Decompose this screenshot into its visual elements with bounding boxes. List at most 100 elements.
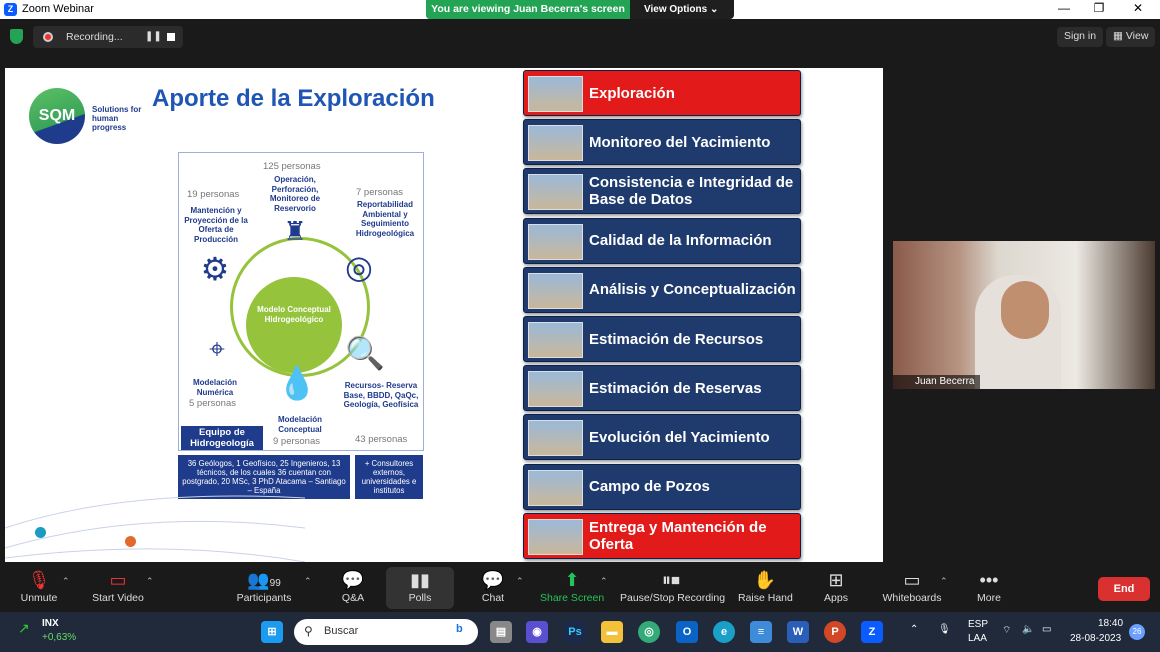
slide-topic-item: Campo de Pozos: [523, 463, 801, 510]
more-label: More: [977, 592, 1001, 604]
video-caret-icon[interactable]: ⌃: [146, 576, 154, 587]
screen-share-banner: You are viewing Juan Becerra's screen Vi…: [426, 0, 734, 19]
topic-thumbnail: [528, 272, 583, 309]
pause-stop-recording-button[interactable]: ⏸⏹ Pause/Stop Recording: [620, 570, 726, 604]
decor-dot-blue: [35, 527, 46, 538]
diagram-center: Modelo Conceptual Hidrogeológico: [246, 277, 342, 373]
slide-topic-item: Calidad de la Información: [523, 217, 801, 264]
topic-thumbnail: [528, 371, 583, 408]
notepad-icon[interactable]: ≡: [750, 621, 772, 643]
more-dots-icon: •••: [979, 570, 999, 590]
top-right-desc: Reportabilidad Ambiental y Seguimiento H…: [355, 200, 415, 238]
left-count: 5 personas: [189, 398, 237, 409]
zoom-logo-icon: Z: [4, 3, 17, 16]
end-button[interactable]: End: [1098, 577, 1150, 601]
decor-dot-orange: [125, 536, 136, 547]
apps-icon: ⊞: [828, 570, 844, 590]
whiteboards-button[interactable]: ▭ Whiteboards: [880, 570, 944, 604]
apps-label: Apps: [824, 592, 848, 604]
taskbar-search[interactable]: ⚲ Buscar b: [294, 619, 478, 645]
share-screen-icon: ⬆: [564, 570, 580, 590]
chat-button[interactable]: 💬 Chat: [476, 570, 510, 604]
maximize-button[interactable]: ❐: [1089, 1, 1109, 15]
wifi-icon[interactable]: ⌔: [1002, 624, 1011, 637]
task-view-icon[interactable]: ▤: [490, 621, 512, 643]
outlook-icon[interactable]: O: [676, 621, 698, 643]
file-explorer-icon[interactable]: ▬: [601, 621, 623, 643]
tray-mic-icon[interactable]: 🎙: [938, 624, 951, 635]
slide-topic-item: Entrega y Mantención de Oferta: [523, 512, 801, 559]
qa-icon: 💬: [341, 570, 365, 590]
polls-button[interactable]: ▮▮ Polls: [400, 570, 440, 604]
raise-hand-icon: ✋: [753, 570, 777, 590]
tray-expand-icon[interactable]: ⌃: [910, 624, 918, 635]
raise-hand-label: Raise Hand: [738, 592, 793, 604]
zoom-taskbar-icon[interactable]: Z: [861, 621, 883, 643]
notification-badge[interactable]: 26: [1129, 624, 1145, 640]
windows-start-icon[interactable]: ⊞: [261, 621, 283, 643]
whiteboard-caret-icon[interactable]: ⌃: [940, 576, 948, 587]
chrome-icon[interactable]: ◎: [638, 621, 660, 643]
participants-button[interactable]: 👥99 Participants: [234, 570, 294, 604]
powerpoint-icon[interactable]: P: [824, 621, 846, 643]
unmute-button[interactable]: 🎙 Unmute: [18, 570, 60, 604]
more-button[interactable]: ••• More: [974, 570, 1004, 604]
stock-ticker[interactable]: INX: [42, 618, 59, 629]
view-options-label: View Options: [644, 4, 708, 15]
map-pin-icon: ⌖: [209, 333, 225, 364]
sqm-logo: SQM: [29, 88, 85, 144]
windows-taskbar: ↗ INX +0,63% ⊞ ▤ ◉ Ps ▬ ◎ O e ≡ W P Z ⌃ …: [0, 612, 1160, 652]
audio-caret-icon[interactable]: ⌃: [62, 576, 70, 587]
minimize-button[interactable]: —: [1054, 1, 1074, 15]
participants-caret-icon[interactable]: ⌃: [304, 576, 312, 587]
chat-label: Chat: [481, 592, 505, 604]
view-grid-icon: ▦: [1113, 30, 1123, 42]
video-off-icon: ▭: [109, 570, 127, 590]
start-video-button[interactable]: ▭ Start Video: [90, 570, 146, 604]
close-button[interactable]: ✕: [1128, 1, 1148, 15]
photoshop-icon[interactable]: Ps: [564, 621, 586, 643]
topic-label: Consistencia e Integridad de Base de Dat…: [589, 174, 794, 209]
unmute-label: Unmute: [20, 592, 58, 604]
share-screen-button[interactable]: ⬆ Share Screen: [540, 570, 604, 604]
participant-name: Juan Becerra: [893, 375, 981, 389]
chat-caret-icon[interactable]: ⌃: [516, 576, 524, 587]
share-screen-label: Share Screen: [540, 592, 605, 604]
topic-thumbnail: [528, 518, 583, 555]
search-icon: ⚲: [304, 624, 313, 638]
slide-topic-item: Estimación de Reservas: [523, 365, 801, 412]
topic-label: Calidad de la Información: [589, 232, 772, 250]
topic-label: Exploración: [589, 84, 675, 102]
logo-tagline: Solutions for human progress: [92, 105, 142, 132]
window-title: Zoom Webinar: [22, 3, 94, 15]
water-hands-icon: 💧: [277, 365, 317, 401]
start-video-label: Start Video: [92, 592, 144, 604]
battery-icon[interactable]: ▭: [1042, 624, 1051, 635]
apps-button[interactable]: ⊞ Apps: [820, 570, 852, 604]
participants-label: Participants: [236, 592, 292, 604]
teams-chat-icon[interactable]: ◉: [526, 621, 548, 643]
qa-button[interactable]: 💬 Q&A: [336, 570, 370, 604]
recording-indicator: Recording... ❚❚: [33, 26, 183, 48]
security-shield-icon[interactable]: [10, 29, 23, 44]
share-caret-icon[interactable]: ⌃: [600, 576, 608, 587]
topic-label: Campo de Pozos: [589, 478, 710, 496]
top-count: 125 personas: [263, 161, 321, 172]
topic-thumbnail: [528, 76, 583, 112]
topic-label: Análisis y Conceptualización: [589, 281, 796, 299]
stop-recording-icon[interactable]: [167, 33, 175, 41]
lang-secondary: LAA: [968, 633, 987, 644]
record-label: Pause/Stop Recording: [620, 592, 726, 604]
participant-video[interactable]: Juan Becerra: [893, 241, 1155, 389]
raise-hand-button[interactable]: ✋ Raise Hand: [738, 570, 793, 604]
view-options-button[interactable]: View Options ⌄: [630, 0, 734, 19]
clock-time[interactable]: 18:40: [1098, 618, 1123, 629]
top-left-desc: Mantención y Proyección de la Oferta de …: [184, 206, 248, 244]
view-button[interactable]: ▦ View: [1106, 27, 1156, 47]
pause-recording-icon[interactable]: ❚❚: [145, 31, 162, 42]
lang-primary[interactable]: ESP: [968, 619, 988, 630]
word-icon[interactable]: W: [787, 621, 809, 643]
volume-icon[interactable]: 🔈: [1022, 624, 1034, 635]
sign-in-button[interactable]: Sign in: [1057, 27, 1104, 47]
edge-icon[interactable]: e: [713, 621, 735, 643]
